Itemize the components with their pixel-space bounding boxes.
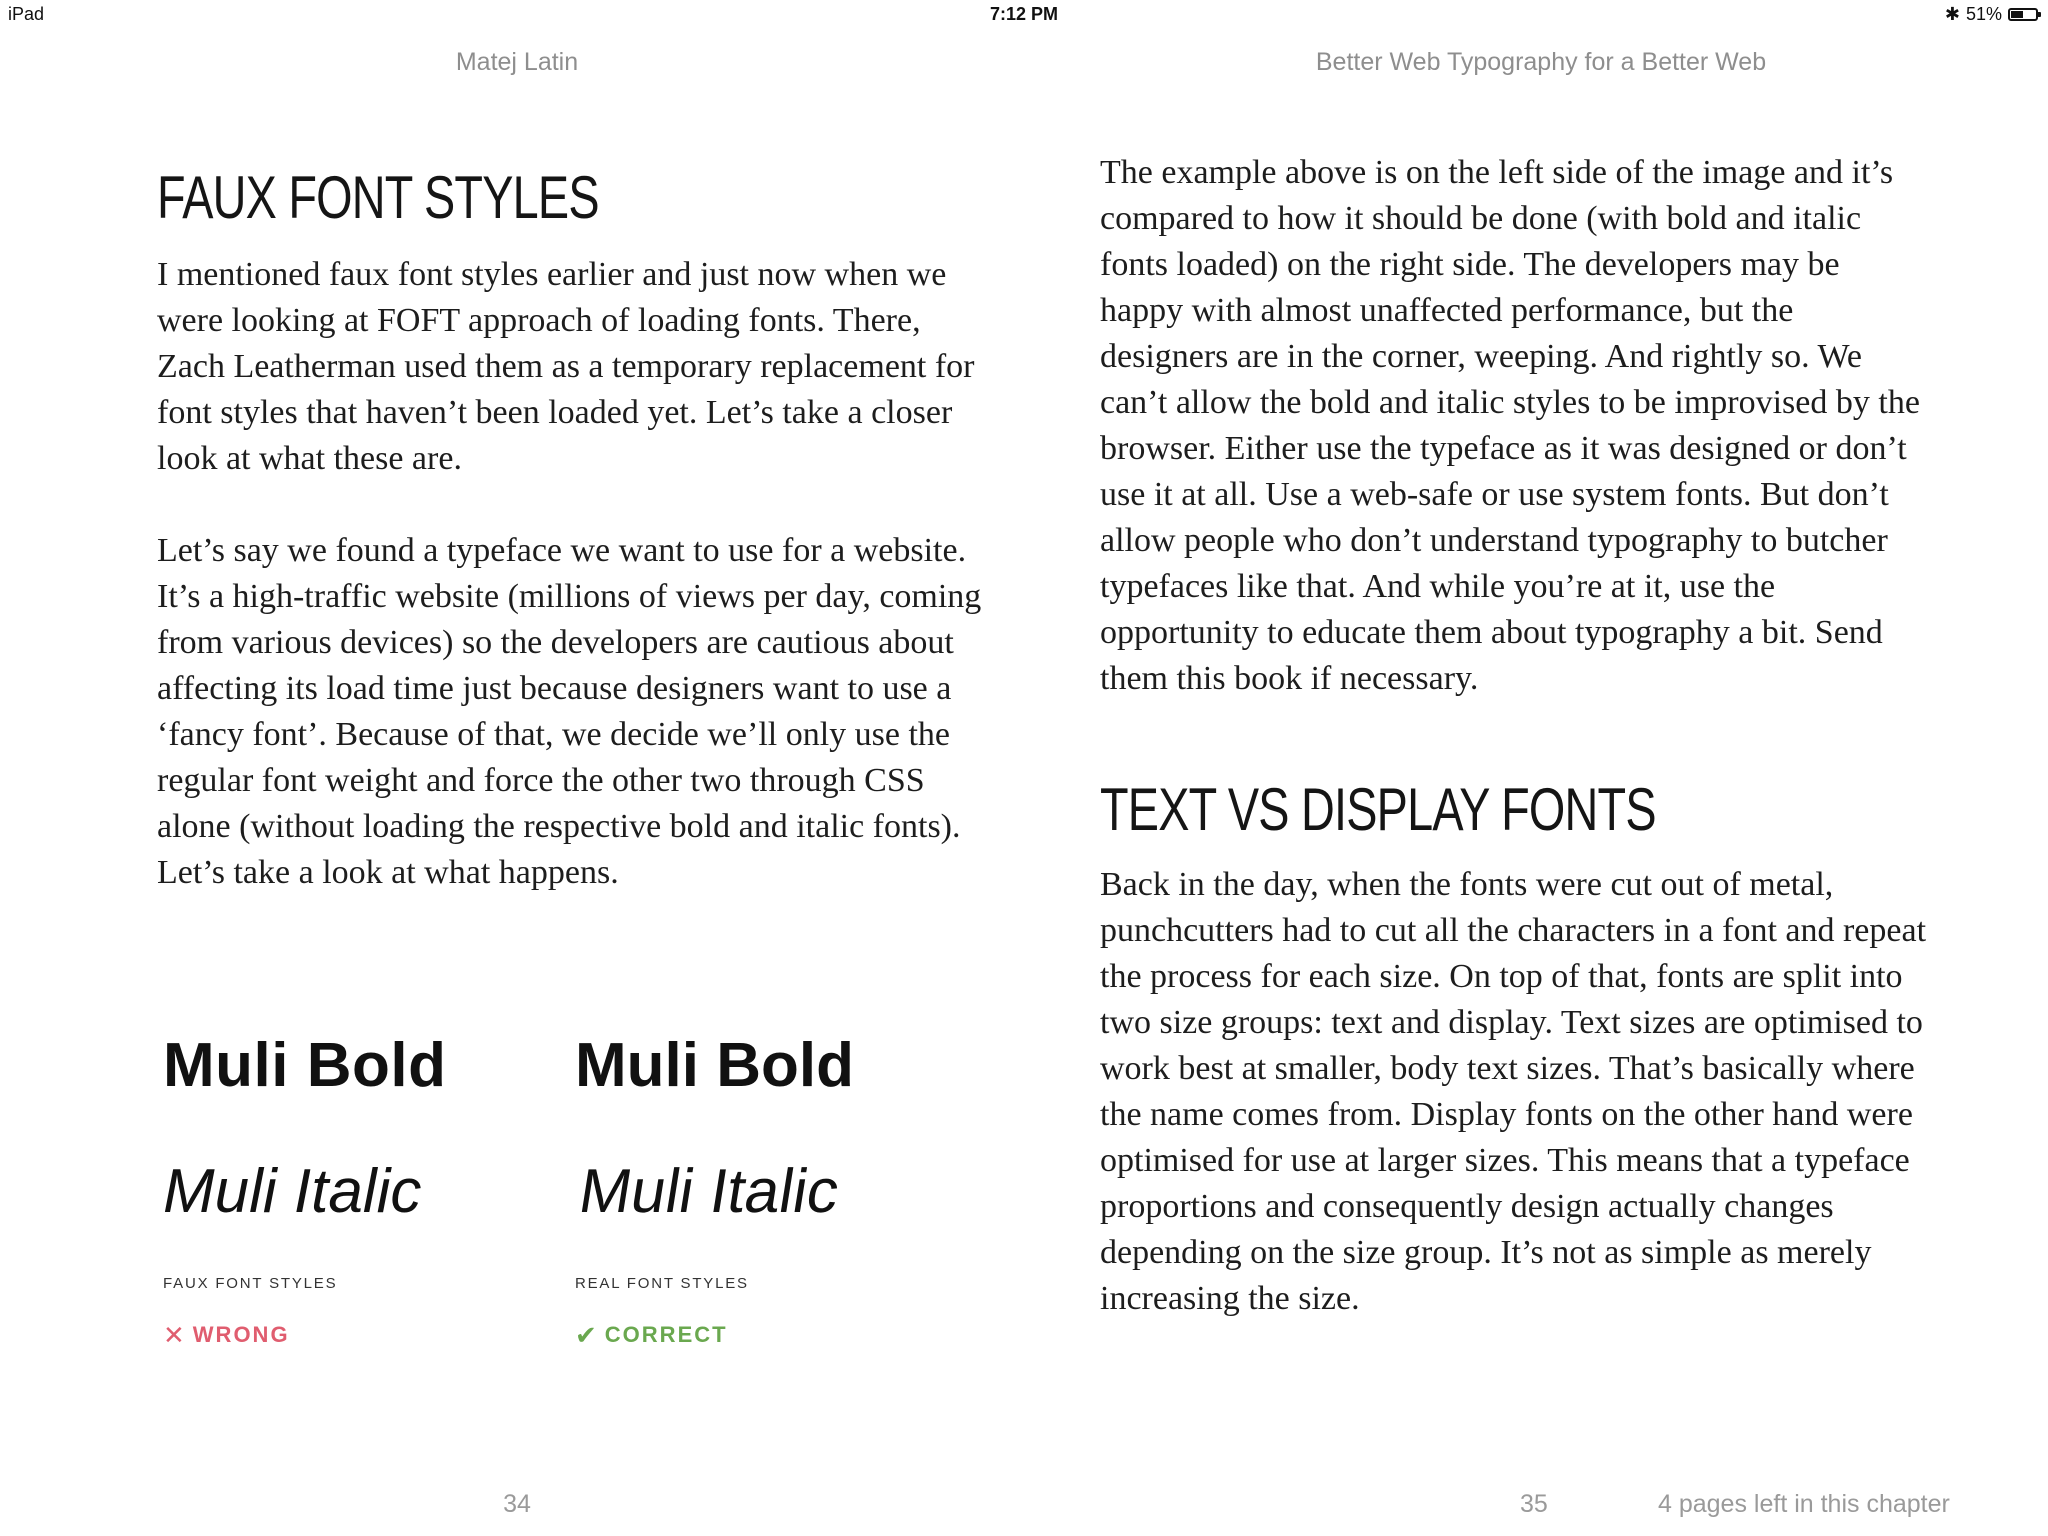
verdict-wrong: ✕ WRONG bbox=[163, 1322, 563, 1348]
checkmark-icon: ✔ bbox=[575, 1320, 599, 1350]
status-bar: iPad 7:12 PM ✱ 51% bbox=[0, 0, 2048, 30]
page-number-right: 35 bbox=[1520, 1490, 1548, 1518]
paragraph: Let’s say we found a typeface we want to… bbox=[157, 532, 982, 891]
status-indicators: ✱ 51% bbox=[1944, 4, 2041, 25]
caption-faux: FAUX FONT STYLES bbox=[163, 1275, 338, 1292]
figure-faux-vs-real-styles[interactable]: Muli Bold Muli Italic FAUX FONT STYLES ✕… bbox=[157, 1035, 917, 1395]
running-header-title[interactable]: Better Web Typography for a Better Web bbox=[1034, 48, 2048, 77]
caption-real: REAL FONT STYLES bbox=[575, 1275, 749, 1292]
sample-faux-bold: Muli Bold bbox=[163, 1031, 447, 1100]
right-page[interactable]: The example above is on the left side of… bbox=[1100, 150, 1930, 1322]
verdict-correct: ✔ CORRECT bbox=[575, 1322, 975, 1348]
paragraph: Back in the day, when the fonts were cut… bbox=[1100, 866, 1927, 1317]
bluetooth-icon: ✱ bbox=[1944, 4, 1960, 24]
clock: 7:12 PM bbox=[989, 4, 1059, 24]
battery-percent: 51% bbox=[1965, 4, 2002, 24]
section-heading-faux-font-styles: FAUX FONT STYLES bbox=[157, 164, 600, 231]
page-number-left: 34 bbox=[503, 1490, 531, 1518]
figure-column-faux: Muli Bold Muli Italic FAUX FONT STYLES ✕… bbox=[163, 1031, 563, 1349]
paragraph: I mentioned faux font styles earlier and… bbox=[157, 256, 975, 477]
figure-column-real: Muli Bold Muli Italic REAL FONT STYLES ✔… bbox=[574, 1031, 975, 1349]
running-header-author[interactable]: Matej Latin bbox=[0, 48, 1034, 77]
paragraph: The example above is on the left side of… bbox=[1100, 154, 1920, 697]
cross-icon: ✕ bbox=[163, 1320, 187, 1350]
left-page[interactable]: FAUX FONT STYLES I mentioned faux font s… bbox=[157, 150, 997, 942]
section-heading-text-vs-display: TEXT VS DISPLAY FONTS bbox=[1100, 776, 1657, 843]
sample-real-bold: Muli Bold bbox=[575, 1031, 854, 1100]
pages-left-indicator: 4 pages left in this chapter bbox=[1658, 1490, 1950, 1518]
verdict-label: CORRECT bbox=[604, 1322, 728, 1347]
battery-icon bbox=[2008, 8, 2041, 21]
verdict-label: WRONG bbox=[192, 1322, 290, 1347]
sample-faux-italic: Muli Italic bbox=[163, 1157, 422, 1226]
sample-real-italic: Muli Italic bbox=[574, 1157, 844, 1226]
battery-level bbox=[2011, 11, 2023, 18]
